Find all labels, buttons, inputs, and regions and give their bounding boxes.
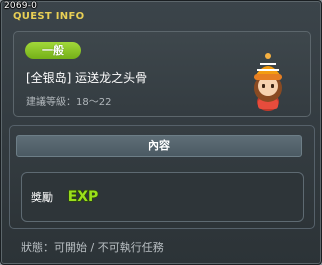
quest-name: [全银岛] 运送龙之头骨: [26, 71, 148, 85]
reward-label: 獎勵: [31, 191, 53, 204]
window-title: QUEST INFO: [13, 11, 85, 22]
window-id-label: 2069-0: [4, 1, 38, 11]
quest-info-window: 2069-0 QUEST INFO 一般 [全银岛] 运送龙之头骨 建議等級：1…: [0, 0, 322, 265]
quest-content-panel: 內容 獎勵 EXP: [9, 125, 315, 229]
quest-category-badge: 一般: [25, 42, 81, 59]
npc-portrait-icon: [254, 53, 282, 111]
reward-box: 獎勵 EXP: [21, 172, 304, 222]
exp-icon-text: EXP: [68, 189, 99, 204]
recommended-level: 建議等級：18～22: [26, 97, 112, 108]
quest-status: 狀態：可開始 / 不可執行任務: [21, 241, 164, 254]
tab-content[interactable]: 內容: [16, 135, 302, 157]
quest-header-panel: 一般 [全银岛] 运送龙之头骨 建議等級：18～22: [13, 31, 311, 117]
exp-icon: EXP: [67, 188, 99, 204]
